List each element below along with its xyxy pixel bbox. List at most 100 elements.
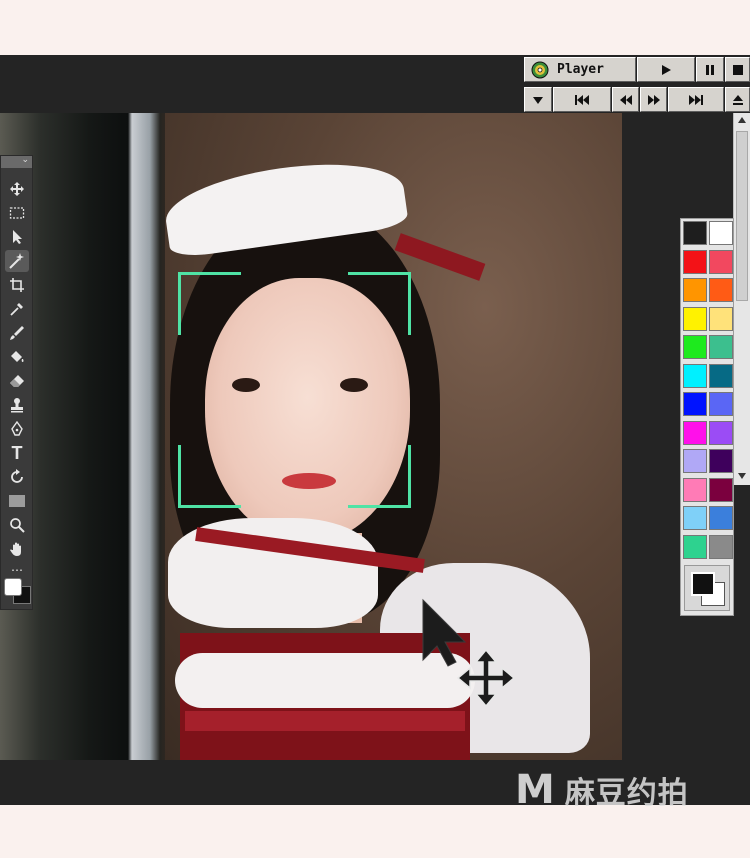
- palette-swatch[interactable]: [709, 420, 733, 445]
- frame-corner-top-left: [178, 272, 241, 335]
- watermark: M 麻豆约拍: [515, 767, 689, 813]
- palette-swatch[interactable]: [683, 278, 707, 302]
- eraser-icon: [10, 375, 24, 387]
- face-detection-frame: [178, 272, 411, 508]
- fast-forward-icon: [647, 94, 660, 105]
- foreground-color-mini[interactable]: [4, 578, 22, 596]
- more-tools-button[interactable]: …: [5, 560, 29, 574]
- eyedropper-icon: [10, 303, 23, 316]
- marquee-tool-icon: [9, 207, 25, 219]
- palette-swatch[interactable]: [683, 221, 707, 245]
- palette-swatch[interactable]: [683, 306, 707, 331]
- palette-swatch[interactable]: [709, 392, 733, 416]
- watermark-logo: M: [515, 767, 555, 813]
- eject-icon: [732, 94, 743, 105]
- palette-swatch[interactable]: [683, 449, 707, 473]
- palette-swatch[interactable]: [709, 221, 733, 245]
- palette-swatch[interactable]: [683, 420, 707, 445]
- bottom-margin-band: [0, 805, 750, 858]
- tools-panel: ⌄ T …: [0, 155, 33, 610]
- foreground-background-selector[interactable]: [684, 565, 730, 611]
- zoom-tool-icon: [10, 518, 25, 533]
- scroll-up-button[interactable]: [734, 113, 750, 127]
- palette-swatch[interactable]: [709, 249, 733, 274]
- palette-swatch[interactable]: [683, 534, 707, 559]
- hand-tool-icon: [10, 542, 21, 556]
- scrollbar-thumb[interactable]: [736, 131, 748, 301]
- next-track-button[interactable]: [668, 87, 724, 112]
- brush-tool[interactable]: [5, 322, 29, 344]
- pen-tool-icon: [11, 421, 23, 436]
- watermark-text: 麻豆约拍: [564, 776, 689, 811]
- dress-ribbon-trim: [185, 711, 465, 731]
- play-button[interactable]: [637, 57, 695, 82]
- palette-swatch[interactable]: [683, 477, 707, 502]
- color-swatches-mini[interactable]: [3, 576, 31, 606]
- frame-corner-bottom-left: [178, 445, 241, 508]
- more-tools-icon: …: [11, 560, 23, 574]
- palette-swatch[interactable]: [683, 506, 707, 530]
- frame-corner-top-right: [348, 272, 411, 335]
- cd-disc-icon: [531, 61, 549, 78]
- scroll-up-icon: [738, 117, 746, 123]
- rotate-tool[interactable]: [5, 466, 29, 488]
- crop-tool[interactable]: [5, 274, 29, 296]
- eyedropper-tool[interactable]: [5, 298, 29, 320]
- play-icon: [662, 64, 671, 75]
- fast-forward-button[interactable]: [640, 87, 667, 112]
- scroll-down-button[interactable]: [734, 469, 750, 483]
- stop-button[interactable]: [725, 57, 750, 82]
- previous-track-button[interactable]: [553, 87, 611, 112]
- palette-swatch[interactable]: [683, 335, 707, 359]
- pause-button[interactable]: [696, 57, 724, 82]
- eject-button[interactable]: [725, 87, 750, 112]
- palette-swatch[interactable]: [683, 392, 707, 416]
- crop-tool-icon: [10, 278, 24, 292]
- magic-wand-tool[interactable]: [5, 250, 29, 272]
- text-tool-icon: T: [11, 442, 23, 463]
- player-title-button[interactable]: Player: [524, 57, 636, 82]
- selection-tool[interactable]: [5, 226, 29, 248]
- palette-swatch[interactable]: [709, 306, 733, 331]
- palette-swatch[interactable]: [709, 335, 733, 359]
- palette-swatch[interactable]: [709, 477, 733, 502]
- text-tool[interactable]: T: [5, 442, 29, 464]
- player-menu-button[interactable]: [524, 87, 552, 112]
- stamp-tool[interactable]: [5, 394, 29, 416]
- rotate-tool-icon: [11, 469, 23, 483]
- player-title: Player: [557, 62, 604, 77]
- paint-bucket-tool[interactable]: [5, 346, 29, 368]
- eraser-tool[interactable]: [5, 370, 29, 392]
- collapse-chevron-icon[interactable]: ⌄: [21, 155, 29, 165]
- rewind-icon: [619, 94, 632, 105]
- palette-swatch[interactable]: [709, 534, 733, 559]
- move-arrows-icon: [456, 648, 516, 708]
- foreground-color-swatch[interactable]: [691, 572, 715, 596]
- stop-icon: [732, 64, 743, 75]
- hand-tool[interactable]: [5, 538, 29, 560]
- pen-tool[interactable]: [5, 418, 29, 440]
- top-margin-band: [0, 0, 750, 55]
- palette-swatch[interactable]: [709, 449, 733, 473]
- rewind-button[interactable]: [612, 87, 639, 112]
- palette-swatch[interactable]: [683, 249, 707, 274]
- tools-panel-header[interactable]: ⌄: [1, 155, 32, 168]
- zoom-tool[interactable]: [5, 514, 29, 536]
- magic-wand-icon: [9, 253, 24, 269]
- vertical-scrollbar[interactable]: [733, 113, 750, 485]
- pause-icon: [706, 64, 714, 75]
- move-tool[interactable]: [5, 178, 29, 200]
- brush-tool-icon: [10, 326, 24, 340]
- palette-swatch[interactable]: [709, 363, 733, 388]
- palette-swatch[interactable]: [683, 363, 707, 388]
- marquee-tool[interactable]: [5, 202, 29, 224]
- media-player: Player: [524, 57, 750, 113]
- palette-swatch[interactable]: [709, 278, 733, 302]
- chevron-down-icon: [533, 96, 543, 104]
- palette-swatch[interactable]: [709, 506, 733, 530]
- next-track-icon: [689, 94, 703, 105]
- paint-bucket-icon: [11, 351, 24, 362]
- selection-arrow-icon: [13, 230, 22, 244]
- color-palette: [680, 218, 734, 616]
- rectangle-tool[interactable]: [5, 490, 29, 512]
